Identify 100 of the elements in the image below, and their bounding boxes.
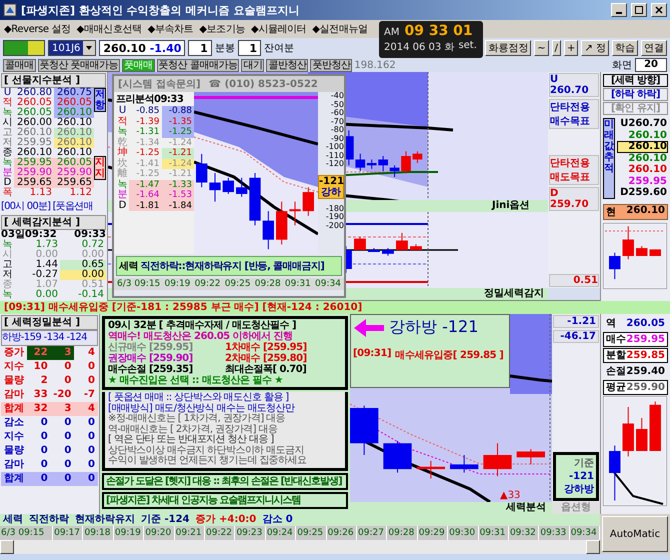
period-field[interactable]: 1: [188, 40, 212, 56]
toolbar-button[interactable]: +: [564, 40, 578, 56]
signal-tab[interactable]: 풋반청산: [310, 58, 352, 72]
signal-tab[interactable]: 대기: [241, 58, 264, 72]
value-cell: -1.81: [129, 200, 162, 211]
chart-label: 세력분석: [504, 502, 547, 514]
value-cell-text: 0.00: [34, 250, 59, 260]
forecast-value: 260.10: [627, 164, 668, 176]
value-cell-text: 0: [40, 444, 49, 458]
menu-item[interactable]: ◆Reverse 설정: [4, 22, 71, 36]
code-dropdown[interactable]: 101J6: [48, 40, 96, 56]
value-cell-text: 260.00: [16, 118, 53, 128]
guide-line: ※정-매매신호는 [ 1차가격, 권장가격] 대응: [108, 414, 286, 424]
value-cell-text: 1.44: [36, 260, 59, 270]
table-title: 프리분석09:33: [116, 94, 184, 106]
guide-line: [ 풋옵션 매매 :: 상단박스와 매도신호 활용 ]: [108, 393, 290, 403]
axis-label: -100: [324, 143, 344, 152]
automatic-button[interactable]: AutoMatic: [602, 516, 668, 552]
value-cell-text: -0.27: [31, 270, 59, 280]
clock-set: set.: [458, 40, 477, 53]
value-cell-text: 260.05: [16, 98, 53, 108]
candle: [302, 186, 314, 216]
menu-item[interactable]: ◆실전매뉴얼: [312, 22, 368, 36]
menu-item[interactable]: ◆매매신호선택: [76, 22, 142, 36]
time-label: 09:34: [315, 279, 341, 289]
signal-tab[interactable]: 풋청산 풋매매가능: [38, 58, 120, 72]
row-label: 감마: [3, 388, 25, 402]
lower-value: D 259.70: [549, 187, 599, 211]
value-cell: 260.05: [54, 158, 94, 168]
maximize-button[interactable]: [631, 3, 647, 17]
current-value: 260.10: [626, 204, 665, 218]
value-cell: -0.88: [162, 106, 194, 116]
scroll-right-button[interactable]: [586, 540, 600, 554]
resist-label: 저항: [94, 88, 106, 112]
value-cell: 259.90: [54, 168, 94, 178]
value-cell-text: 1.13: [28, 188, 53, 198]
signal-tab[interactable]: 풋청산 콜매매가능: [156, 58, 240, 72]
axis-label: -60: [330, 109, 344, 118]
toolbar-button[interactable]: 학습: [612, 40, 638, 56]
status-text: 감소 0: [262, 514, 293, 526]
forecast-value: 260.10: [627, 130, 668, 141]
row-label: 시: [2, 118, 14, 128]
signal-tab[interactable]: 콜반청산: [266, 58, 308, 72]
signal-message: 세력 직전하락::현재하락유지 [반등, 콜매매금지]: [116, 256, 342, 276]
axis-label: -200: [324, 222, 344, 230]
value-cell: 260.75: [54, 88, 94, 98]
left-arrow-icon: [353, 318, 385, 338]
candle: [289, 201, 301, 226]
order-price: 평균259.90: [603, 380, 668, 395]
row-label: 離: [116, 169, 128, 180]
value-cell: -1.47: [129, 180, 162, 190]
row-label: 종: [2, 148, 14, 158]
column-header: 09:33: [74, 230, 106, 240]
toolbar-button[interactable]: ~: [534, 40, 549, 56]
row-label: 시: [2, 250, 14, 260]
value-cell-text: 0: [63, 416, 72, 430]
value-cell: -1.33: [162, 180, 194, 190]
toolbar-button[interactable]: 연결: [641, 40, 667, 56]
forecast-value: 260.10: [617, 141, 668, 152]
axis-label: -190: [324, 213, 344, 222]
value-cell-text: 0.51: [82, 280, 105, 290]
row-label: 합계: [3, 402, 25, 416]
price-level: 매수손절 [259.35]: [108, 364, 194, 375]
row-label: 폭: [2, 188, 14, 198]
signal-tab[interactable]: 콜매매: [3, 58, 36, 72]
support-label: 지지: [94, 156, 106, 180]
row-label: 지수: [3, 430, 25, 444]
guide-line: 수익이 발생하면 언제든지 챙기는데 집중하세요: [108, 456, 308, 466]
row-label: 물량: [3, 374, 25, 388]
menu-item[interactable]: ◆시뮬레이터: [250, 22, 306, 36]
screen-field[interactable]: 20: [635, 58, 667, 72]
value-cell: -1.25: [162, 127, 194, 138]
candle: [236, 177, 248, 198]
value-cell-text: 1.12: [68, 188, 93, 198]
brand-note: [파생지존] 차세대 인공지능 요술램프지니시스템: [102, 492, 348, 508]
value-cell: 260.10: [54, 138, 94, 148]
minimize-button[interactable]: [611, 3, 627, 17]
order-price: 손절259.40: [605, 365, 666, 379]
row-label: 坎: [116, 158, 128, 168]
price-level: 1차매수 [259.95]: [225, 342, 308, 353]
time-label: 6/3 09:15: [117, 279, 160, 289]
toolbar-button[interactable]: /: [552, 40, 562, 56]
axis-label: -50: [330, 100, 344, 109]
close-button[interactable]: [651, 3, 667, 17]
menu-item[interactable]: ◆부속차트: [148, 22, 194, 36]
menu-item[interactable]: ◆보조기능: [199, 22, 245, 36]
value-cell: -1.24: [162, 158, 194, 169]
value-cell-text: -1.41: [135, 158, 160, 169]
caret-icon: [83, 41, 96, 55]
axis-label: -40: [330, 92, 344, 100]
toolbar-button[interactable]: ↗ 정: [581, 40, 609, 56]
row-label: 고: [2, 260, 14, 270]
status-text: 직전하락: [29, 514, 69, 526]
scroll-left-button[interactable]: [0, 540, 14, 554]
value-cell-text: 0: [63, 374, 72, 388]
time-note: [00시 00분] [풋옵션매: [1, 200, 94, 213]
row-label: 녹: [2, 240, 14, 250]
remain-field[interactable]: 1: [238, 40, 262, 56]
value-cell-text: 0: [87, 458, 96, 472]
toolbar-button[interactable]: 화룡점정: [485, 40, 532, 56]
